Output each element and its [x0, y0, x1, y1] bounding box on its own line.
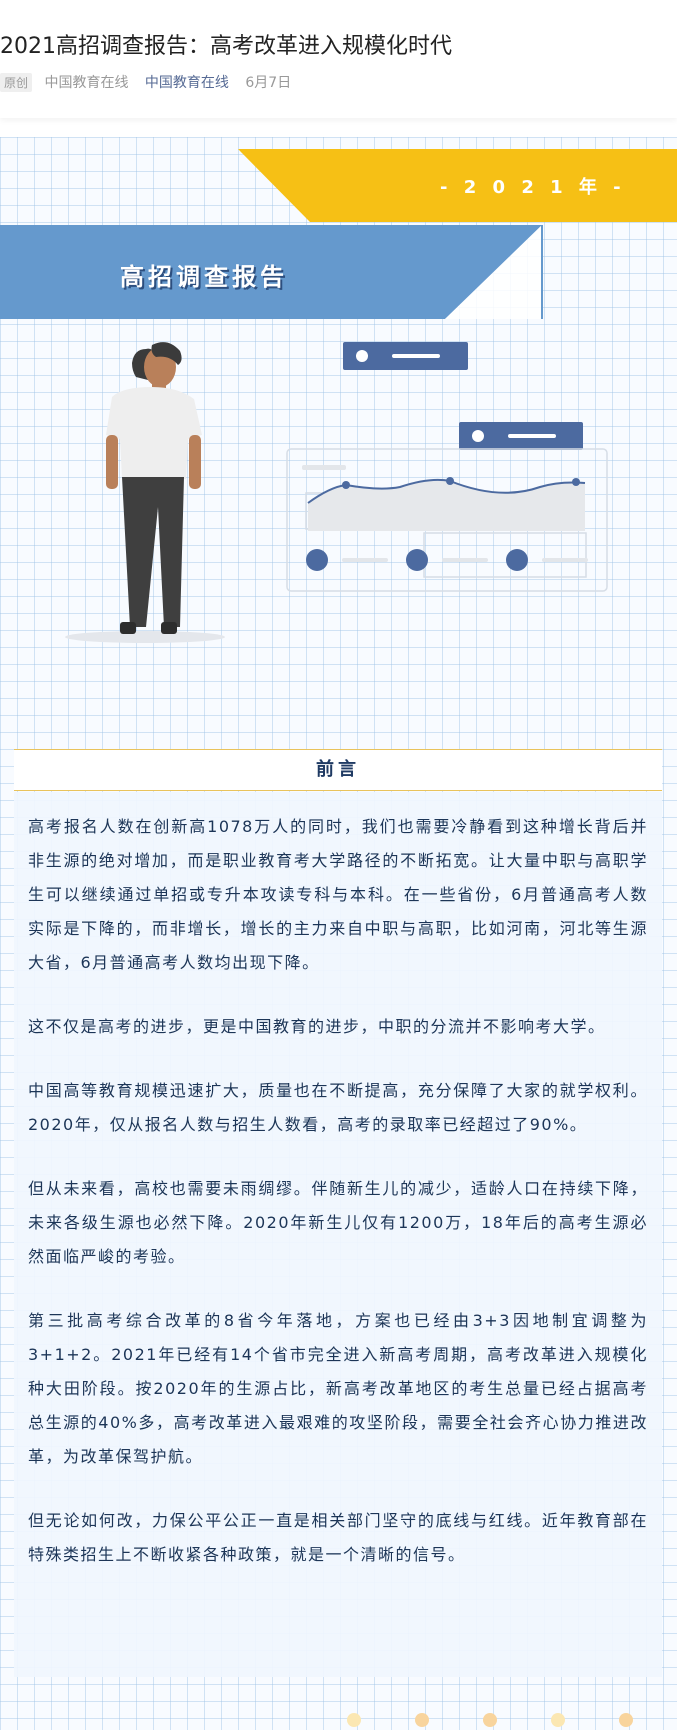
- card-2-dot: [472, 430, 484, 442]
- panel-bar-3: [542, 558, 588, 562]
- panel-dot-3: [506, 549, 528, 571]
- content-panel: 高考报名人数在创新高1078万人的同时，我们也需要冷静看到这种增长背后并非生源的…: [14, 792, 662, 1677]
- paragraph: 但从未来看，高校也需要未雨绸缪。伴随新生儿的减少，适龄人口在持续下降，未来各级生…: [28, 1179, 648, 1266]
- paragraph-list: 高考报名人数在创新高1078万人的同时，我们也需要冷静看到这种增长背后并非生源的…: [28, 810, 648, 1602]
- panel-label-bar: [302, 465, 346, 470]
- section-heading: 前言: [14, 749, 662, 791]
- banner-shapes: [0, 149, 677, 319]
- panel-bar-2: [442, 558, 488, 562]
- trend-point-1: [342, 481, 350, 489]
- paragraph: 但无论如何改，力保公平公正一直是相关部门坚守的底线与红线。近年教育部在特殊类招生…: [28, 1511, 648, 1564]
- paragraph: 中国高等教育规模迅速扩大，质量也在不断提高，充分保障了大家的就学权利。2020年…: [28, 1081, 648, 1134]
- card-1-dot: [356, 350, 368, 362]
- article-source: 中国教育在线: [44, 75, 129, 91]
- paragraph: 第三批高考综合改革的8省今年落地，方案也已经由3+3因地制宜调整为3+1+2。2…: [28, 1311, 648, 1466]
- panel-bar-1: [342, 558, 388, 562]
- article-graphic: - 2 0 2 1 年 - 高招调查报告 前言 高考报名人数在创新高1078万人…: [0, 137, 677, 1730]
- article-header: 2021高招调查报告：高考改革进入规模化时代 原创 中国教育在线 中国教育在线 …: [0, 0, 677, 118]
- footer-dot: [551, 1713, 565, 1727]
- footer-dot: [619, 1713, 633, 1727]
- paragraph: 这不仅是高考的进步，更是中国教育的进步，中职的分流并不影响考大学。: [28, 1017, 606, 1036]
- area-fill: [308, 479, 585, 531]
- footer-dot: [347, 1713, 361, 1727]
- publish-date: 6月7日: [245, 75, 292, 91]
- year-label: - 2 0 2 1 年 -: [440, 177, 626, 198]
- floor-shadow: [65, 631, 225, 643]
- panel-dot-2: [406, 549, 428, 571]
- original-tag: 原创: [0, 73, 33, 92]
- trend-point-2: [446, 477, 454, 485]
- footer-dot: [483, 1713, 497, 1727]
- card-outline-2: [423, 532, 587, 578]
- card-1-line: [392, 354, 440, 358]
- report-title: 高招调查报告: [120, 263, 288, 291]
- trend-point-3: [572, 478, 580, 486]
- article-meta: 原创 中国教育在线 中国教育在线 6月7日: [0, 72, 291, 92]
- decorative-dots: [347, 1713, 633, 1727]
- paragraph: 高考报名人数在创新高1078万人的同时，我们也需要冷静看到这种增长背后并非生源的…: [28, 817, 648, 972]
- illustration: [65, 342, 608, 643]
- footer-dot: [415, 1713, 429, 1727]
- account-link[interactable]: 中国教育在线: [145, 75, 229, 91]
- person-figure: [106, 342, 202, 634]
- card-2-line: [508, 434, 556, 438]
- panel-dot-1: [306, 549, 328, 571]
- article-title: 2021高招调查报告：高考改革进入规模化时代: [0, 34, 452, 59]
